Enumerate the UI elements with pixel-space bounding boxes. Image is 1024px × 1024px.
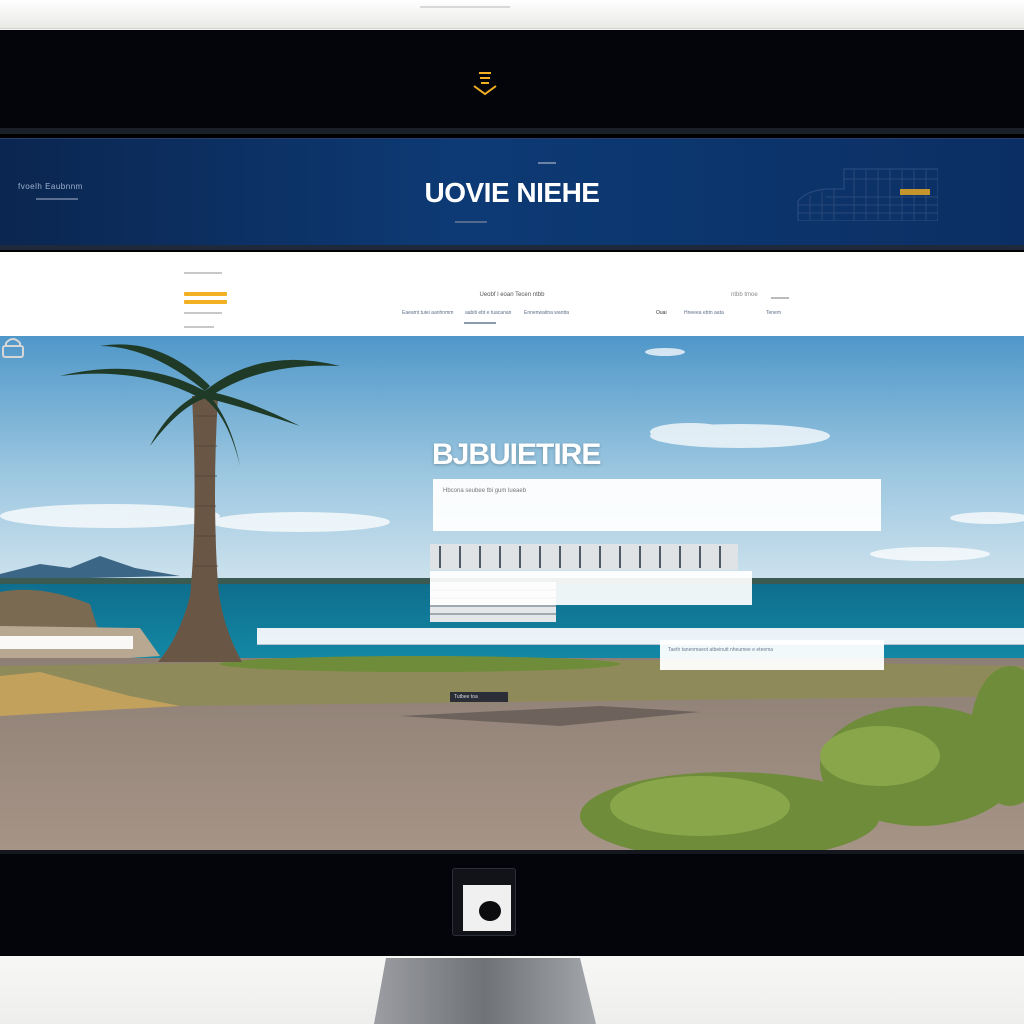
banner-accent-line [455, 221, 487, 223]
nav-underline [464, 322, 496, 324]
top-bezel [0, 0, 1024, 29]
nav-right-heading: ntbb tmoe [731, 292, 758, 298]
nav-left-line [184, 312, 222, 314]
nav-item[interactable]: Ennenwaitna wantta [524, 310, 569, 316]
banner-accent-line [538, 162, 556, 164]
footer-bar [0, 850, 1024, 956]
nav-left-line [184, 326, 214, 328]
app-widget-icon[interactable] [452, 868, 516, 936]
hero-card-text: Hbcona seubee tbi gum lueaeb [443, 488, 527, 494]
nav-item[interactable]: aabiti ebt e tuacanan [465, 310, 511, 316]
lock-icon[interactable] [0, 336, 26, 358]
nav-active-indicator[interactable] [184, 300, 227, 304]
hero-band [257, 628, 1024, 645]
hero-title: BJBUIETIRE [432, 438, 601, 471]
nav-center-heading: Ueobf l eoan Tecen ntbb [479, 292, 545, 298]
monitor-logo-icon[interactable] [472, 68, 498, 96]
monitor-screen: fvoelh Eaubnnm UOVIE NIEHE Ueobf l eoan … [0, 30, 1024, 956]
nav-item[interactable]: Tenem [766, 310, 781, 316]
logo-header [0, 30, 1024, 134]
nav-left-line [184, 272, 222, 274]
top-bezel-mark [420, 6, 510, 8]
nav-right-mark [771, 297, 789, 299]
hero-caption-card: Taeth tanenmaeot atbeinutt nheumee e ete… [660, 640, 884, 670]
hero-side-band [0, 636, 133, 649]
hero-info-card: Hbcona seubee tbi gum lueaeb [433, 479, 881, 531]
nav-item[interactable]: Ouai [656, 310, 667, 316]
navigation-panel: Ueobf l eoan Tecen ntbb Eaeamt tuiei aan… [0, 252, 1024, 336]
monitor-stand [374, 958, 596, 1024]
nav-item[interactable]: Eaeamt tuiei aanhnmm [402, 310, 453, 316]
hero-caption-text: Taeth tanenmaeot atbeinutt nheumee e ete… [668, 647, 774, 653]
hero-cta-chip[interactable]: Tutbee toa [450, 692, 508, 702]
nav-item[interactable]: Hneeea ebtn aata [684, 310, 724, 316]
title-banner: fvoelh Eaubnnm UOVIE NIEHE [0, 138, 1024, 250]
app-widget-dot [479, 901, 501, 921]
hero-secondary-card [430, 571, 752, 605]
building-grid-graphic [797, 168, 938, 221]
hero-section: Hbcona seubee tbi gum lueaeb BJBUIETIRE … [0, 336, 1024, 850]
